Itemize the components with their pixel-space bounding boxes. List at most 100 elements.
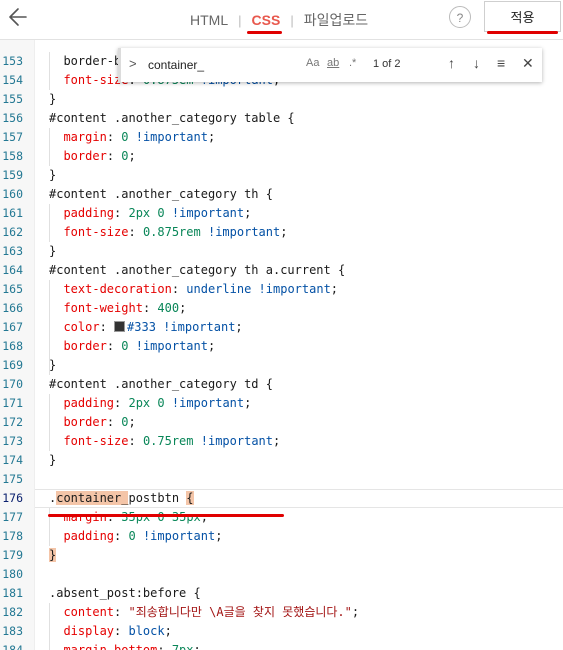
line-number: 171 [2,396,23,410]
find-widget: > container_ Aa ab .* 1 of 2 ↑ ↓ ≡ ✕ [118,48,542,82]
code-line[interactable]: 171 padding: 2px 0 !important; [0,394,563,413]
tab-css[interactable]: CSS [252,12,281,28]
line-number: 172 [2,415,23,429]
line-number: 184 [2,643,23,650]
whole-word-toggle[interactable]: ab [327,57,339,69]
css-code-editor[interactable]: 153 border-b154 font-size: 0.875em !impo… [0,40,563,650]
line-number: 181 [2,586,23,600]
code-text: margin-bottom: 7px; [63,643,201,650]
line-number: 180 [2,567,23,581]
line-number: 183 [2,624,23,638]
line-number: 153 [2,54,23,68]
toggle-replace-icon[interactable]: > [129,56,137,71]
code-text: } [49,358,57,372]
code-text: color: #333 !important; [63,320,243,334]
code-line[interactable]: 165 text-decoration: underline !importan… [0,280,563,299]
tab-file-upload[interactable]: 파일업로드 [304,10,368,30]
code-line[interactable]: 156 #content .another_category table { [0,109,563,128]
code-line[interactable]: 161 padding: 2px 0 !important; [0,204,563,223]
apply-button[interactable]: 적용 [484,1,561,32]
line-number: 182 [2,605,23,619]
code-text: margin: 0 !important; [63,130,216,144]
code-text: .container_postbtn { [49,491,194,505]
code-line[interactable]: 172 border: 0; [0,413,563,432]
indent-guide [49,280,50,375]
code-line[interactable]: 173 font-size: 0.75rem !important; [0,432,563,451]
code-text: #content .another_category td { [49,377,273,391]
tab-separator: | [238,12,242,28]
line-number: 173 [2,434,23,448]
editor-tabs: HTML | CSS | 파일업로드 [190,10,368,30]
indent-guide [49,603,50,650]
line-number: 163 [2,244,23,258]
code-line[interactable]: 170 #content .another_category td { [0,375,563,394]
code-line[interactable]: 183 display: block; [0,622,563,641]
code-line[interactable]: 168 border: 0 !important; [0,337,563,356]
line-number: 179 [2,548,23,562]
code-line[interactable]: 169} [0,356,563,375]
code-text: .absent_post:before { [49,586,201,600]
code-text: } [49,453,57,467]
code-line[interactable]: 157 margin: 0 !important; [0,128,563,147]
code-line[interactable]: 160 #content .another_category th { [0,185,563,204]
code-text: padding: 2px 0 !important; [63,396,252,410]
close-find-icon[interactable]: ✕ [522,55,534,72]
code-text: border: 0 !important; [63,339,216,353]
code-text: font-size: 0.875rem !important; [63,225,288,239]
help-icon[interactable]: ? [449,6,471,28]
code-text: border: 0; [63,149,136,163]
code-line[interactable]: 162 font-size: 0.875rem !important; [0,223,563,242]
code-text: margin: 35px 0 35px; [63,510,209,524]
code-text: border-b [49,54,122,68]
line-number: 157 [2,130,23,144]
line-number: 166 [2,301,23,315]
code-line[interactable]: 155} [0,90,563,109]
code-text: } [49,92,57,106]
code-line[interactable]: 175 [0,470,563,489]
line-number: 177 [2,510,23,524]
code-text: content: "죄송합니다만 \A글을 찾지 못했습니다."; [63,605,360,619]
code-text: } [49,168,57,182]
code-text: padding: 2px 0 !important; [63,206,252,220]
line-number: 170 [2,377,23,391]
apply-button-annotation [487,31,558,34]
match-case-toggle[interactable]: Aa [306,57,319,69]
line-number: 158 [2,149,23,163]
code-line[interactable]: 181 .absent_post:before { [0,584,563,603]
back-arrow-icon[interactable] [6,4,32,30]
code-text: font-weight: 400; [63,301,187,315]
color-swatch[interactable] [114,321,126,332]
code-line[interactable]: 180 [0,565,563,584]
line-number: 165 [2,282,23,296]
previous-match-icon[interactable]: ↑ [448,55,455,71]
code-line[interactable]: 174} [0,451,563,470]
code-line[interactable]: 163} [0,242,563,261]
code-line[interactable]: 184 margin-bottom: 7px; [0,641,563,650]
code-line[interactable]: 167 color: #333 !important; [0,318,563,337]
find-in-selection-icon[interactable]: ≡ [497,55,505,71]
code-line[interactable]: 179} [0,546,563,565]
code-line[interactable]: 164 #content .another_category th a.curre… [0,261,563,280]
line-number: 169 [2,358,23,372]
line-number: 161 [2,206,23,220]
line-number: 178 [2,529,23,543]
code-line[interactable]: 158 border: 0; [0,147,563,166]
code-line[interactable]: 178 padding: 0 !important; [0,527,563,546]
line-number: 174 [2,453,23,467]
code-line[interactable]: 176 .container_postbtn { [0,489,563,508]
code-line[interactable]: 182 content: "죄송합니다만 \A글을 찾지 못했습니다."; [0,603,563,622]
regex-toggle[interactable]: .* [349,57,356,69]
next-match-icon[interactable]: ↓ [473,55,480,71]
code-line[interactable]: 177 margin: 35px 0 35px; [0,508,563,527]
line-number: 164 [2,263,23,277]
code-text: border: 0; [63,415,136,429]
tab-html[interactable]: HTML [190,12,228,28]
code-line[interactable]: 166 font-weight: 400; [0,299,563,318]
indent-guide [49,52,50,90]
code-line[interactable]: 159} [0,166,563,185]
line-number: 156 [2,111,23,125]
indent-guide [49,128,50,166]
code-text: #content .another_category table { [49,111,295,125]
code-text: display: block; [63,624,172,638]
line-number: 167 [2,320,23,334]
